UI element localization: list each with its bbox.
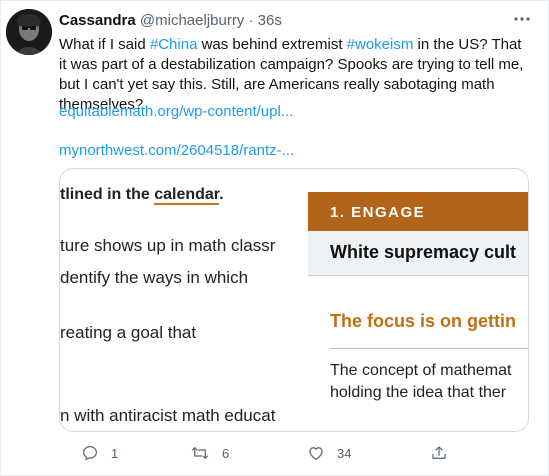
doc-text: . [219,186,224,203]
tweet-container: Cassandra @michaeljburry · 36s What if I… [0,0,549,476]
doc-line: ture shows up in math classr [60,236,276,255]
doc-text-underlined: calendar [154,186,220,205]
divider [330,348,528,349]
reply-button[interactable]: 1 [81,442,118,464]
tweet-text-part: What if I said [59,36,150,53]
avatar[interactable] [6,9,52,55]
reply-count: 1 [111,445,119,461]
concept-paragraph: The concept of mathemat holding the idea… [330,360,511,404]
like-count: 34 [337,445,352,461]
like-button[interactable]: 34 [307,442,351,464]
timestamp[interactable]: 36s [258,12,282,29]
hashtag-china[interactable]: #China [150,36,198,53]
retweet-count: 6 [222,445,230,461]
share-button[interactable] [430,442,448,464]
heart-icon [309,447,323,460]
author-handle[interactable]: @michaeljburry [140,12,244,29]
doc-line: dentify the ways in which [60,268,249,287]
avatar-image [6,9,52,55]
doc-line: tlined in the calendar. [60,186,224,205]
white-supremacy-heading: White supremacy cult [330,242,517,262]
doc-right-panel: 1. ENGAGE White supremacy cult The focus… [308,192,528,431]
tweet-header: Cassandra @michaeljburry · 36s [59,12,528,32]
link-mynorthwest[interactable]: mynorthwest.com/2604518/rantz-... [59,142,294,159]
tweet-actions: 1 6 34 [59,442,529,464]
reply-icon [83,446,97,461]
concept-line: The concept of mathemat [330,362,512,379]
doc-line: reating a goal that [60,323,197,342]
separator: · [248,12,254,29]
concept-line: holding the idea that ther [330,384,507,401]
tweet-text-part: was behind extremist [197,36,347,53]
engage-banner: 1. ENGAGE [308,192,528,231]
hashtag-wokeism[interactable]: #wokeism [347,36,414,53]
media-image-card[interactable]: tlined in the calendar. ture shows up in… [59,168,529,432]
white-supremacy-box: White supremacy cult [308,231,528,276]
author-name[interactable]: Cassandra [59,12,136,29]
engage-label: 1. ENGAGE [330,204,426,221]
retweet-icon [191,447,209,459]
focus-heading: The focus is on gettin [330,311,517,331]
share-icon [432,446,446,459]
doc-line: n with antiracist math educat [60,406,276,425]
link-equitablemath[interactable]: equitablemath.org/wp-content/upl... [59,103,293,120]
more-icon[interactable] [512,11,532,27]
doc-text: tlined in the [60,186,155,203]
retweet-button[interactable]: 6 [190,442,229,464]
